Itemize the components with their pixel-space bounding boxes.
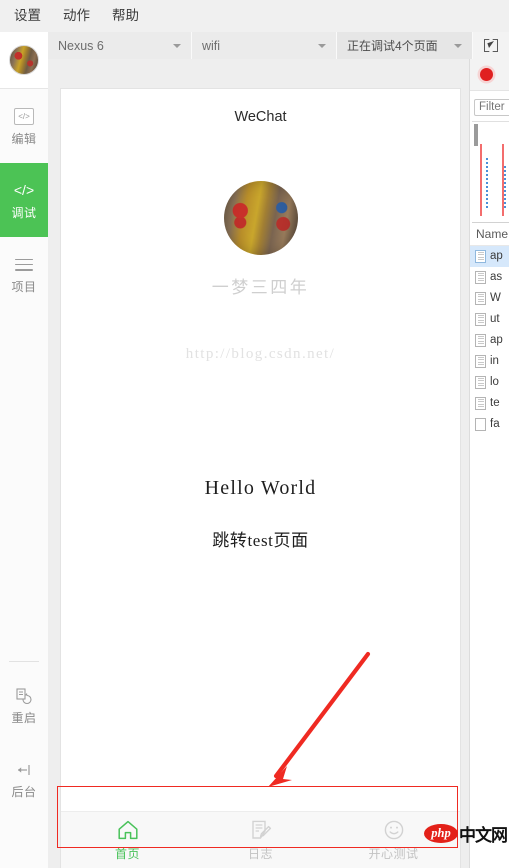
sidebar-item-restart[interactable]: 重启 — [0, 668, 48, 742]
request-name: ut — [490, 313, 500, 325]
code-angle-icon: </> — [13, 182, 35, 198]
sidebar-divider — [9, 661, 39, 662]
file-icon — [475, 375, 486, 389]
code-box-icon: </> — [14, 107, 34, 127]
blog-url-text: http://blog.csdn.net/ — [185, 346, 336, 362]
network-selector[interactable]: wifi — [192, 32, 337, 59]
sidebar-item-label: 调试 — [11, 205, 37, 220]
profile-name: 一梦三四年 — [211, 278, 310, 297]
table-row[interactable]: in — [470, 351, 509, 372]
network-selector-value: wifi — [202, 38, 221, 53]
hello-world-text: Hello World — [204, 477, 317, 499]
request-name: W — [490, 292, 501, 304]
request-name: in — [490, 355, 499, 367]
file-icon — [475, 333, 486, 347]
sidebar-avatar-container[interactable] — [0, 32, 48, 89]
left-sidebar: </> 编辑 </> 调试 项目 重启 后台 — [0, 32, 49, 868]
sidebar-item-background[interactable]: 后台 — [0, 742, 48, 816]
edit-note-icon — [249, 818, 273, 842]
table-row[interactable]: ap — [470, 330, 509, 351]
sidebar-item-debug[interactable]: </> 调试 — [0, 163, 48, 237]
tab-label: 开心测试 — [368, 847, 419, 861]
table-row[interactable]: fa — [470, 414, 509, 435]
sidebar-item-label: 后台 — [11, 784, 37, 799]
network-request-list: ap as W ut ap in lo te fa — [470, 245, 509, 435]
file-plain-icon — [475, 417, 486, 431]
profile-block: 一梦三四年 — [61, 181, 460, 298]
wechat-devtools-window: 设置 动作 帮助 </> 编辑 </> 调试 项目 重启 后台 Nexus 6 … — [0, 0, 509, 868]
hamburger-icon — [15, 255, 33, 275]
tab-label: 日志 — [247, 847, 273, 861]
network-timeline-overview[interactable] — [472, 120, 509, 223]
request-name: ap — [490, 334, 503, 346]
column-header-name[interactable]: Name — [470, 223, 509, 246]
request-bar — [486, 157, 488, 208]
tab-happy-test[interactable]: 开心测试 — [327, 818, 460, 862]
tab-label: 首页 — [114, 847, 140, 861]
menu-bar: 设置 动作 帮助 — [0, 0, 509, 33]
table-row[interactable]: te — [470, 393, 509, 414]
file-icon — [475, 312, 486, 326]
file-icon — [475, 396, 486, 410]
chevron-down-icon — [318, 43, 326, 48]
profile-avatar — [223, 181, 298, 255]
request-name: as — [490, 271, 503, 283]
chevron-down-icon — [454, 43, 462, 48]
sidebar-item-project[interactable]: 项目 — [0, 237, 48, 311]
restart-icon — [15, 686, 34, 706]
record-button[interactable] — [470, 59, 509, 91]
chevron-down-icon — [173, 43, 181, 48]
file-icon — [475, 249, 486, 263]
dom-content-loaded-marker — [480, 143, 482, 216]
file-icon — [475, 354, 486, 368]
background-icon — [15, 760, 34, 780]
page-title: WeChat — [234, 109, 287, 125]
inspect-element-button[interactable] — [473, 32, 509, 59]
request-name: lo — [490, 376, 499, 388]
bottom-tab-bar: 首页 日志 开心测试 — [61, 811, 460, 868]
request-name: te — [490, 397, 500, 409]
device-selector[interactable]: Nexus 6 — [48, 32, 192, 59]
timeline-scrollbar[interactable] — [474, 123, 478, 146]
menu-help[interactable]: 帮助 — [101, 0, 150, 32]
table-row[interactable]: lo — [470, 372, 509, 393]
file-icon — [475, 291, 486, 305]
tab-home[interactable]: 首页 — [61, 818, 194, 862]
table-row[interactable]: ut — [470, 309, 509, 330]
sidebar-bottom-group: 重启 后台 — [0, 655, 48, 816]
table-row[interactable]: as — [470, 267, 509, 288]
inspect-element-icon — [484, 39, 498, 52]
table-row[interactable]: ap — [470, 245, 509, 267]
jump-test-link[interactable]: 跳转test页面 — [61, 526, 460, 551]
simulator-stage: WeChat 一梦三四年 http://blog.csdn.net/ Hello… — [48, 59, 469, 868]
table-row[interactable]: W — [470, 288, 509, 309]
devtools-network-panel: Name ap as W ut ap — [469, 59, 509, 868]
sidebar-item-label: 项目 — [11, 279, 37, 294]
home-icon — [116, 818, 140, 842]
debug-toolbar: Nexus 6 wifi 正在调试4个页面 — [48, 32, 509, 60]
debug-pages-selector[interactable]: 正在调试4个页面 — [337, 32, 473, 59]
file-icon — [475, 270, 486, 284]
sidebar-item-edit[interactable]: </> 编辑 — [0, 89, 48, 163]
device-selector-value: Nexus 6 — [58, 38, 104, 53]
smiley-icon — [382, 818, 406, 842]
record-icon — [480, 68, 493, 81]
filter-input[interactable] — [474, 98, 509, 116]
request-bar — [504, 165, 506, 208]
sidebar-item-label: 编辑 — [11, 131, 37, 146]
phone-simulator: WeChat 一梦三四年 http://blog.csdn.net/ Hello… — [61, 89, 460, 868]
request-name: fa — [490, 418, 500, 430]
debug-pages-value: 正在调试4个页面 — [347, 39, 438, 53]
avatar[interactable] — [9, 45, 39, 75]
sidebar-item-label: 重启 — [11, 710, 37, 725]
filter-container — [470, 91, 509, 121]
request-name: ap — [490, 250, 503, 262]
menu-settings[interactable]: 设置 — [0, 0, 52, 32]
menu-actions[interactable]: 动作 — [52, 0, 101, 32]
tab-log[interactable]: 日志 — [194, 818, 327, 862]
